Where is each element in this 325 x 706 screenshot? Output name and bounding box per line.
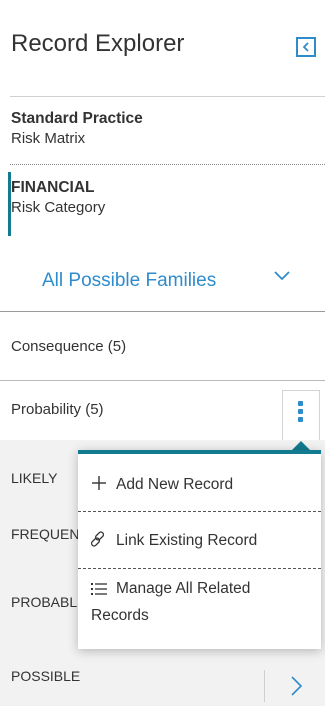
breadcrumb-divider <box>10 164 325 165</box>
breadcrumb-title: Standard Practice <box>11 110 143 127</box>
record-explorer-panel: Record Explorer Standard Practice Risk M… <box>0 0 325 706</box>
breadcrumb-item-financial[interactable]: FINANCIAL Risk Category <box>11 178 311 218</box>
collapse-panel-button[interactable] <box>296 37 316 57</box>
breadcrumb-subtitle: Risk Category <box>11 199 106 216</box>
breadcrumb-title: FINANCIAL <box>11 179 95 196</box>
chevron-down-icon <box>274 271 290 281</box>
group-label: Probability (5) <box>11 401 104 418</box>
actions-popover: Add New Record Link Existing Record Mana… <box>78 450 321 649</box>
link-existing-record-menu-item[interactable]: Link Existing Record <box>78 514 321 566</box>
menu-item-label: Add New Record <box>116 476 234 493</box>
plus-icon <box>92 476 106 490</box>
list-item-label: POSSIBLE <box>11 668 81 684</box>
list-item-label: FREQUEN <box>11 526 80 542</box>
menu-item-label: Link Existing Record <box>116 532 258 549</box>
manage-related-records-menu-item[interactable]: Manage All Related Records <box>78 572 321 642</box>
group-row-consequence[interactable]: Consequence (5) <box>0 312 325 380</box>
link-icon <box>90 531 105 547</box>
page-title: Record Explorer <box>11 30 185 57</box>
list-item-divider <box>264 670 265 702</box>
kebab-icon <box>298 401 304 423</box>
menu-divider <box>78 511 321 512</box>
breadcrumb-item-standard-practice[interactable]: Standard Practice Risk Matrix <box>11 109 311 149</box>
menu-item-label-line1: Manage All Related <box>116 580 251 597</box>
breadcrumb-subtitle: Risk Matrix <box>11 130 86 147</box>
families-dropdown-label: All Possible Families <box>42 270 217 291</box>
families-dropdown[interactable]: All Possible Families <box>0 256 325 306</box>
more-actions-button[interactable] <box>282 390 320 440</box>
list-item[interactable]: POSSIBLE <box>0 642 325 704</box>
chevron-right-icon[interactable] <box>286 674 306 698</box>
menu-divider <box>78 568 321 569</box>
panel-header: Record Explorer <box>0 0 325 96</box>
add-new-record-menu-item[interactable]: Add New Record <box>78 460 321 510</box>
list-item-label: PROBABL <box>11 594 78 610</box>
list-icon <box>91 583 107 595</box>
header-divider <box>10 96 325 97</box>
group-row-probability[interactable]: Probability (5) <box>0 381 325 440</box>
group-label: Consequence (5) <box>11 338 127 355</box>
chevron-left-icon <box>302 42 309 52</box>
menu-item-label-line2: Records <box>91 607 149 624</box>
list-item-label: LIKELY <box>11 470 58 486</box>
